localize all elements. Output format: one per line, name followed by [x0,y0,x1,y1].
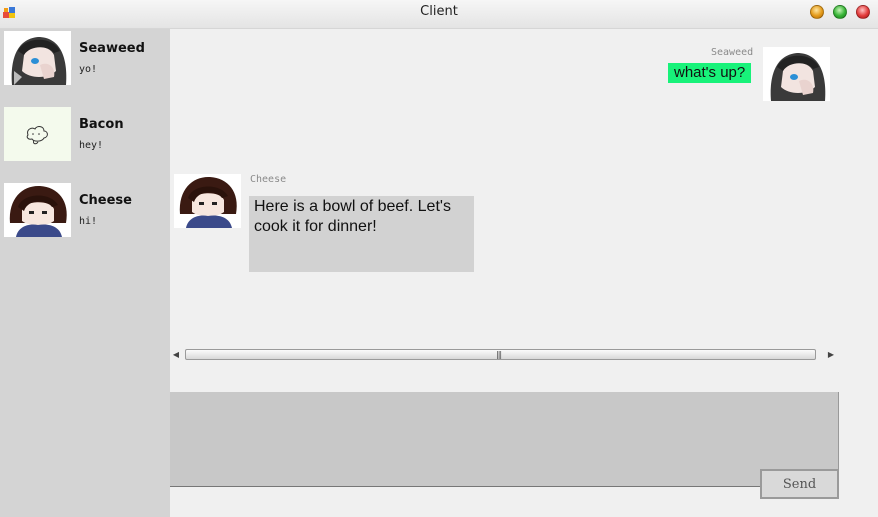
scroll-left-icon[interactable]: ◀ [171,350,181,360]
chat-panel: Seaweed what's up? Cheese Here is a bowl… [170,29,838,359]
contact-last-message: hi! [79,216,98,227]
scroll-grip-icon: ||| [496,350,502,359]
contact-last-message: yo! [79,64,98,75]
title-bar: Client [0,0,878,29]
message-sender: Cheese [250,174,287,185]
minimize-button[interactable] [810,5,824,19]
seaweed-avatar [4,31,71,85]
contact-item-cheese[interactable]: Cheese hi! [0,181,170,241]
contact-name: Cheese [79,193,132,208]
bacon-avatar [4,107,71,161]
horizontal-scrollbar[interactable]: ◀ ||| ▶ [170,347,838,364]
contact-last-message: hey! [79,140,104,151]
message-bubble-outgoing: what's up? [668,63,752,83]
message-bubble-incoming: Here is a bowl of beef. Let's cook it fo… [249,196,474,272]
seaweed-avatar [763,47,830,101]
contact-name: Seaweed [79,41,145,56]
contact-list: Seaweed yo! Bacon hey! Cheese hi! [0,29,170,517]
message-sender: Seaweed [711,47,754,58]
cheese-avatar [174,174,241,228]
scroll-right-icon[interactable]: ▶ [826,350,836,360]
scrollbar-thumb[interactable]: ||| [185,349,816,360]
contact-name: Bacon [79,117,124,132]
send-button[interactable]: Send [760,469,839,499]
maximize-button[interactable] [833,5,847,19]
close-button[interactable] [856,5,870,19]
contact-item-seaweed[interactable]: Seaweed yo! [0,29,170,89]
message-input[interactable] [170,392,839,487]
window-title: Client [420,4,458,19]
cheese-avatar [4,183,71,237]
contact-item-bacon[interactable]: Bacon hey! [0,105,170,165]
